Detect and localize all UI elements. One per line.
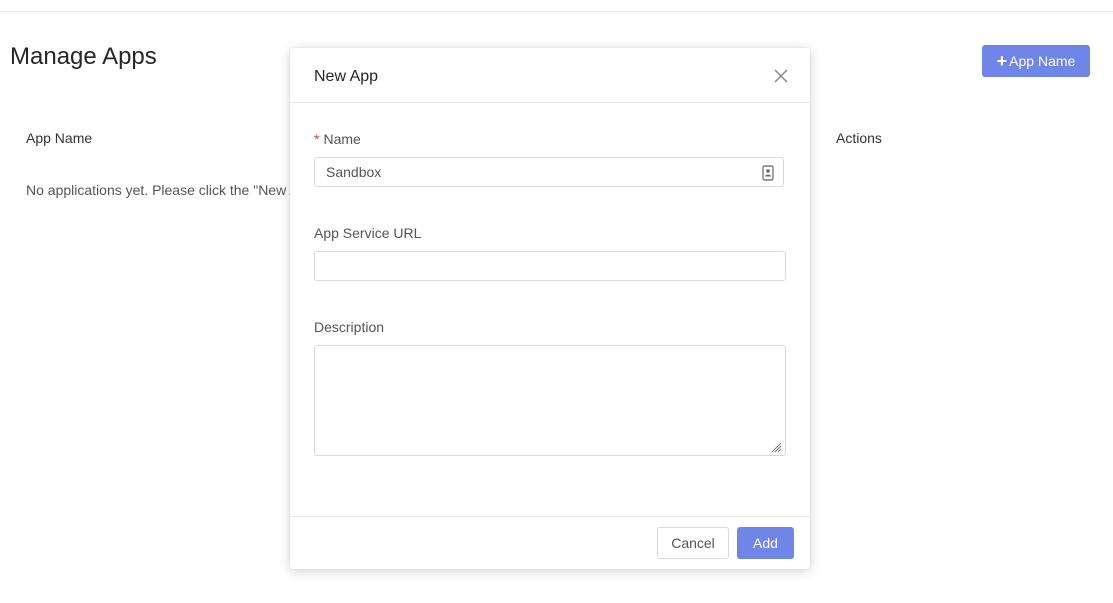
service-url-field-label: App Service URL [314, 225, 422, 241]
column-header-app-name: App Name [26, 130, 93, 146]
contact-card-icon[interactable] [762, 165, 774, 181]
column-header-actions: Actions [836, 130, 882, 146]
empty-state-message: No applications yet. Please click the "N… [26, 182, 299, 198]
plus-icon: + [996, 51, 1008, 71]
dialog-footer: Cancel Add [290, 516, 810, 570]
dialog-title: New App [314, 68, 379, 85]
add-app-button[interactable]: + App Name [982, 45, 1090, 77]
resize-handle-icon[interactable] [770, 441, 782, 453]
service-url-input[interactable] [314, 251, 786, 281]
name-field-label: * Name [314, 131, 361, 147]
top-divider [0, 11, 1113, 12]
close-button[interactable] [772, 67, 790, 85]
close-icon [774, 69, 788, 83]
new-app-dialog: New App *Name App Service URL Descriptio… [290, 48, 810, 569]
add-button[interactable]: Add [737, 527, 794, 559]
description-textarea[interactable] [314, 345, 786, 456]
name-input[interactable] [314, 157, 784, 187]
dialog-header: New App [290, 48, 810, 103]
required-marker: * [314, 131, 320, 147]
page-title: Manage Apps [10, 43, 157, 70]
add-app-button-label: App Name [1009, 53, 1076, 69]
description-field-label: Description [314, 319, 385, 335]
cancel-button[interactable]: Cancel [657, 527, 729, 559]
manage-apps-page: Manage Apps + App Name App Name Actions … [0, 0, 1113, 603]
name-label-text: Name [323, 131, 361, 147]
